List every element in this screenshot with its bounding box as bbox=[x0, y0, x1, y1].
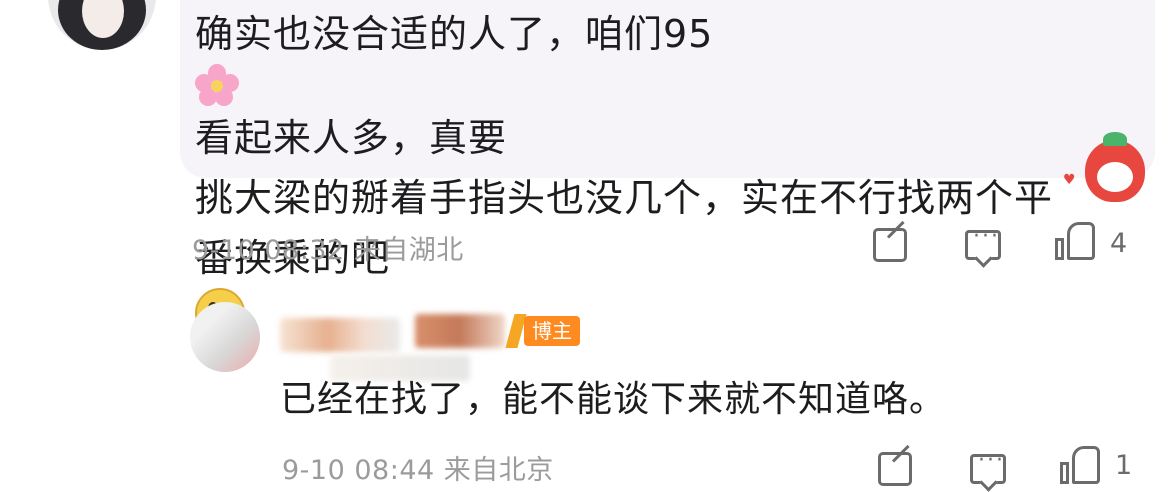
commenter-avatar[interactable] bbox=[48, 0, 156, 50]
thumbs-up-icon[interactable] bbox=[1055, 222, 1097, 262]
comment-line-2: 挑大梁的掰着手指头也没几个，实在不行找两个平 bbox=[195, 176, 1054, 220]
share-icon[interactable] bbox=[873, 228, 907, 262]
heart-icon: ♥ bbox=[1063, 172, 1076, 188]
like-count: 1 bbox=[1115, 450, 1133, 481]
strawberry-sticker-icon bbox=[1085, 132, 1145, 202]
flower-emoji-icon bbox=[195, 64, 239, 108]
author-badge: 博主 bbox=[505, 312, 580, 348]
blurred-username bbox=[280, 318, 400, 352]
comment-body: 确实也没合适的人了，咱们95 看起来人多，真要 挑大梁的掰着手指头也没几个，实在不… bbox=[195, 4, 1125, 338]
thumbs-up-icon[interactable] bbox=[1060, 446, 1102, 486]
reply-avatar[interactable] bbox=[190, 302, 260, 372]
reply-timestamp-location: 9-10 08:44 来自北京 bbox=[282, 455, 554, 486]
comment-icon[interactable] bbox=[970, 448, 1006, 484]
reply-body: 已经在找了，能不能谈下来就不知道咯。 bbox=[280, 379, 947, 420]
blurred-username bbox=[415, 314, 505, 348]
comment-icon[interactable] bbox=[965, 224, 1001, 260]
like-count: 4 bbox=[1110, 228, 1128, 259]
comment-line-1: 确实也没合适的人了，咱们95 看起来人多，真要 bbox=[195, 12, 714, 160]
comment-timestamp-location: 9-10 08:32 来自湖北 bbox=[192, 235, 464, 266]
